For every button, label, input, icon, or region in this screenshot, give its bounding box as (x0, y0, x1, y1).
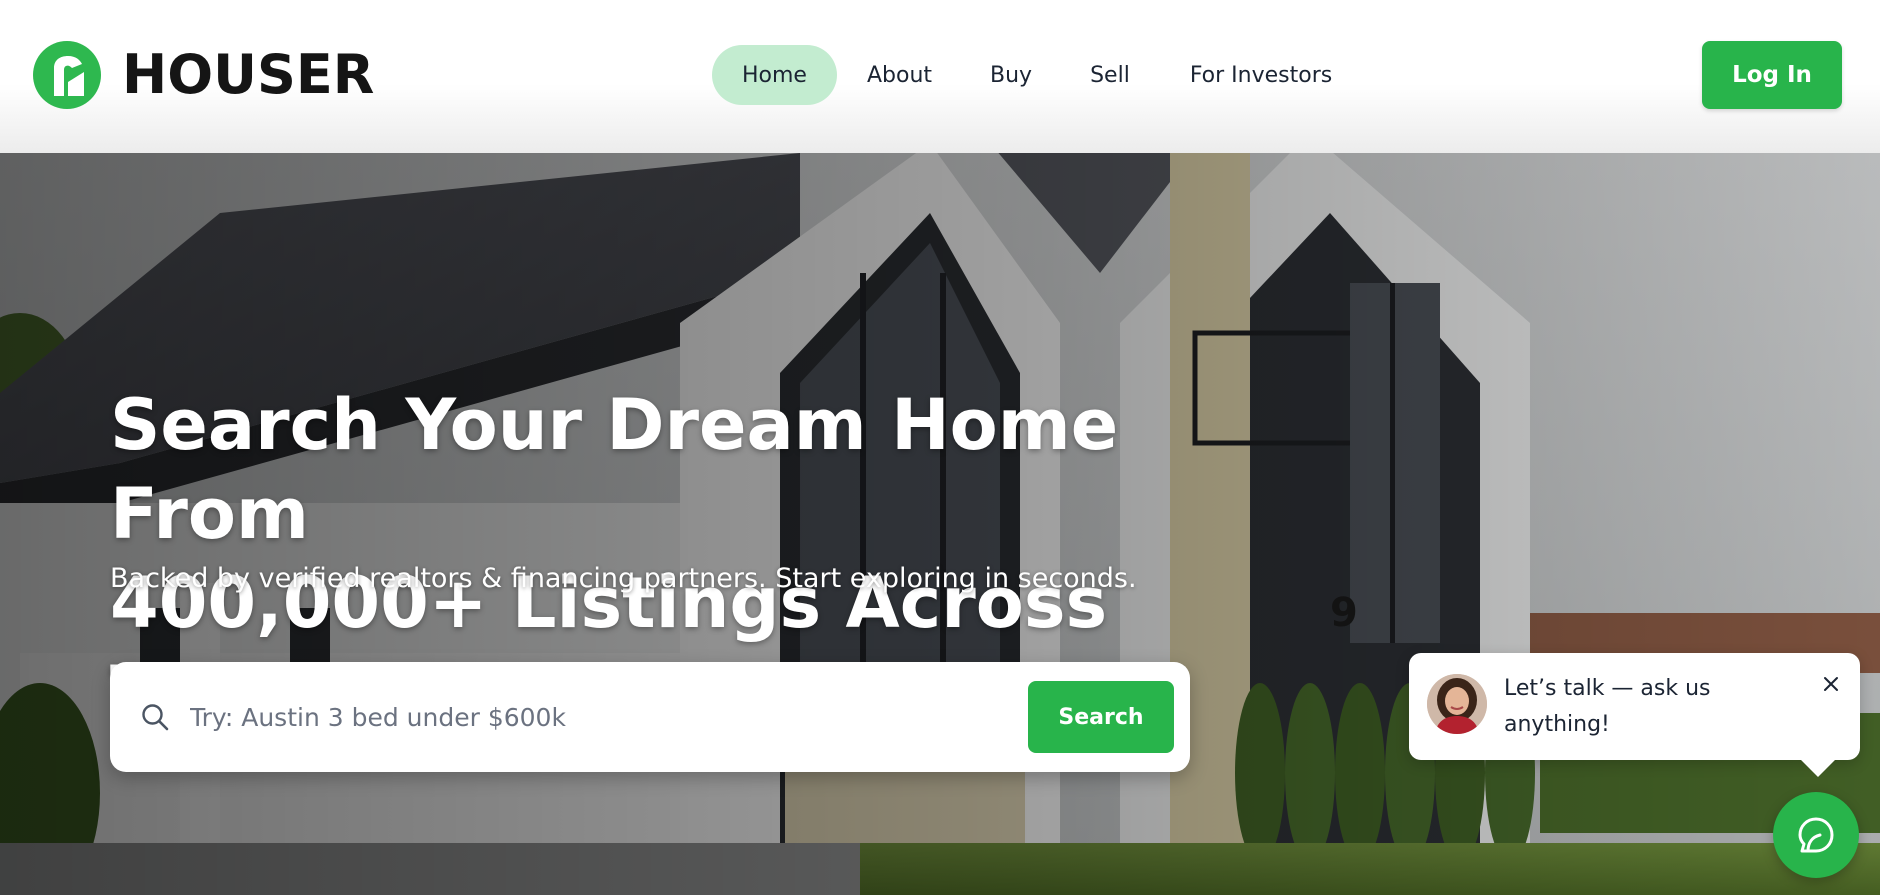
login-button[interactable]: Log In (1702, 41, 1842, 109)
hero-title-line-1: Search Your Dream Home From (110, 384, 1119, 555)
search-box: Search (110, 662, 1190, 772)
chat-prompt[interactable]: Let’s talk — ask us anything! (1409, 653, 1860, 760)
nav-buy[interactable]: Buy (962, 45, 1060, 105)
search-input[interactable] (190, 687, 1020, 747)
nav-sell[interactable]: Sell (1060, 45, 1160, 105)
chat-message: Let’s talk — ask us anything! (1504, 676, 1711, 737)
site-header: HOUSER Home About Buy Sell For Investors… (0, 0, 1880, 153)
search-button[interactable]: Search (1028, 681, 1174, 753)
nav-about[interactable]: About (837, 45, 962, 105)
logo[interactable]: HOUSER (32, 40, 374, 110)
brand-name: HOUSER (122, 43, 375, 106)
search-icon (142, 704, 169, 731)
agent-avatar (1427, 674, 1487, 734)
close-icon[interactable] (1816, 669, 1846, 699)
hero-section: 9 Search Your Dream Home From 400,000+ L… (0, 153, 1880, 895)
chat-bubble-icon (1798, 817, 1834, 853)
chat-open-button[interactable] (1773, 792, 1859, 878)
nav-for-investors[interactable]: For Investors (1160, 45, 1362, 105)
agent-avatar-image (1427, 674, 1487, 734)
main-nav: Home About Buy Sell For Investors (712, 45, 1362, 105)
hero-subtitle: Backed by verified realtors & financing … (110, 563, 1137, 594)
houser-logo-icon (33, 41, 101, 109)
nav-home[interactable]: Home (712, 45, 837, 105)
